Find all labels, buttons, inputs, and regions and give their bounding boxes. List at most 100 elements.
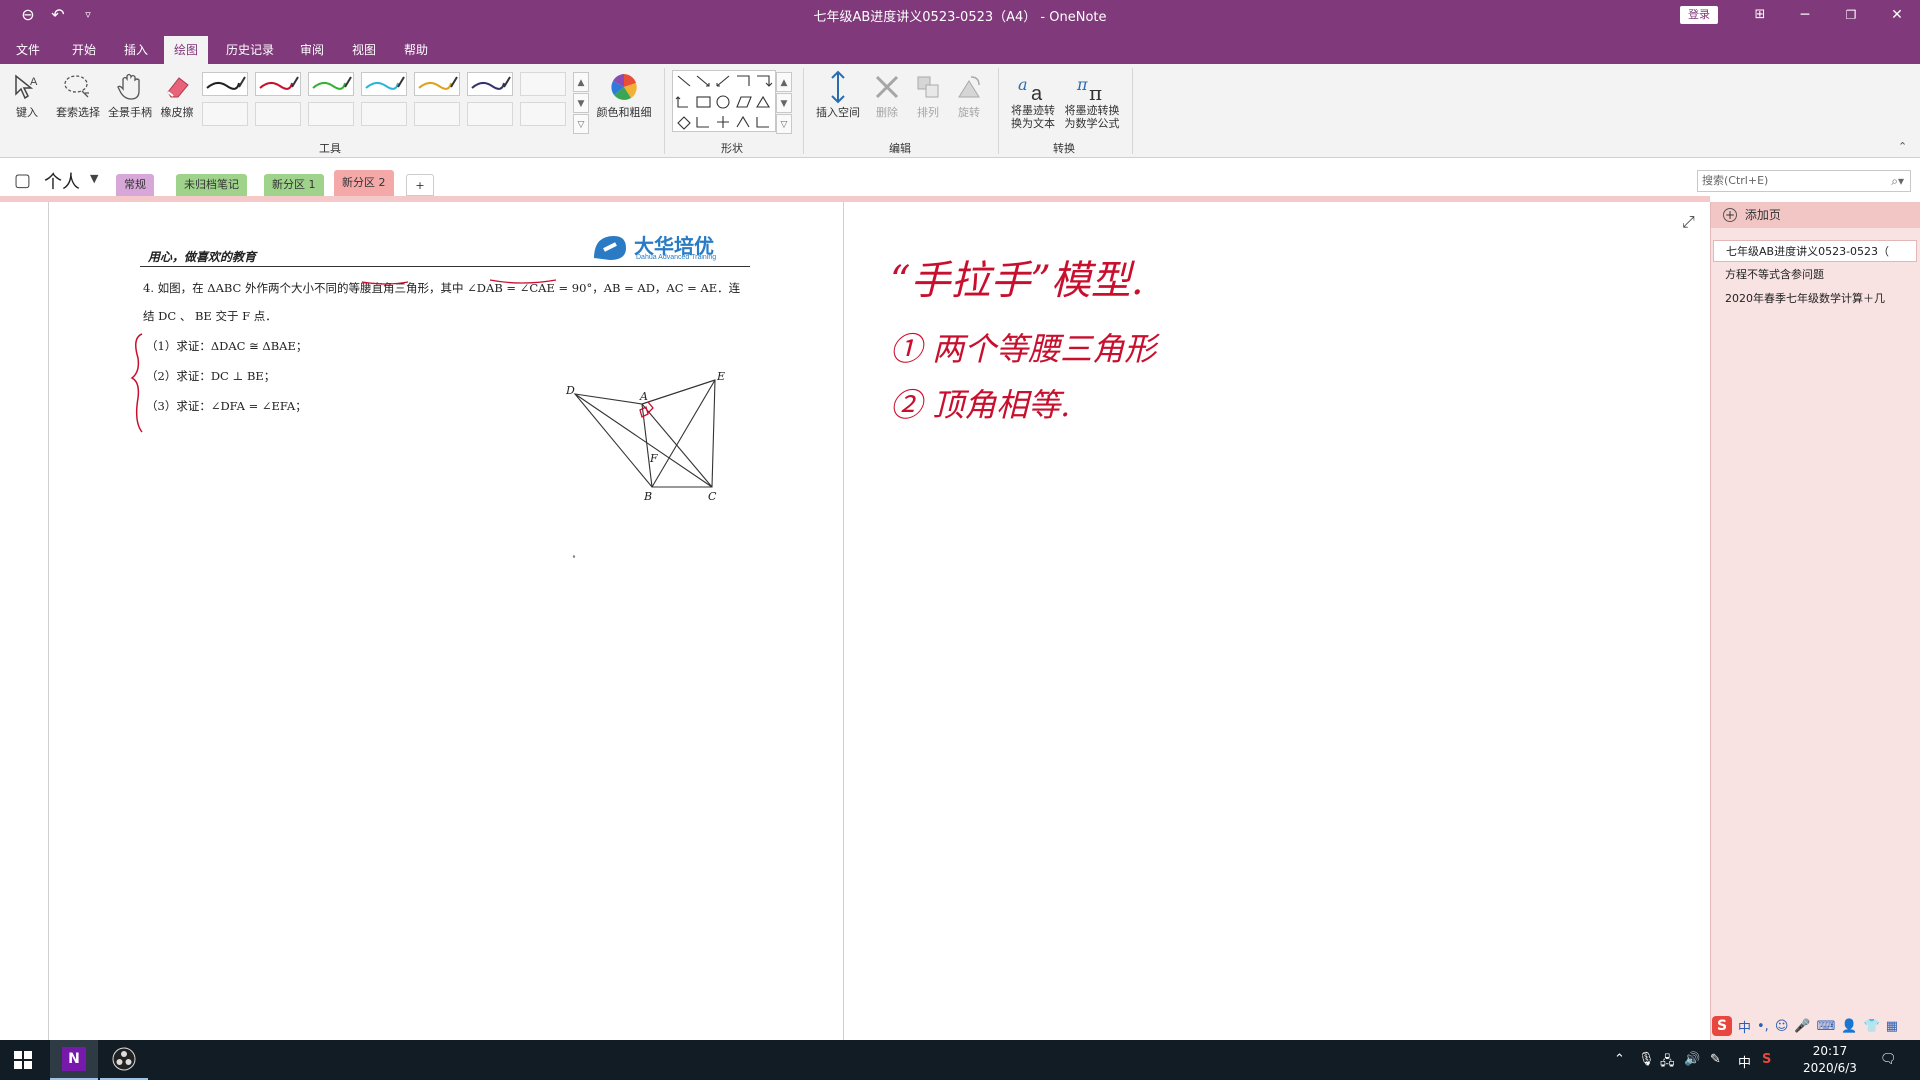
close-button[interactable]: ✕ [1882,3,1912,27]
color-wheel-icon [594,70,654,104]
page-item[interactable]: 2020年春季七年级数学计算＋几 [1713,288,1917,310]
pen-swatch-empty[interactable] [520,102,566,126]
pen-swatch[interactable] [202,72,248,96]
tab-draw[interactable]: 绘图 [164,36,209,64]
pen-swatch[interactable] [255,72,301,96]
pen-gallery-more-arrow[interactable]: ▽ [573,114,589,134]
section-tab-new-section-1[interactable]: 新分区 1 [264,174,324,196]
pen-gallery-down-arrow[interactable]: ▼ [573,93,589,113]
page-list-pane: + 添加页 七年级AB进度讲义0523-0523（ 方程不等式含参问题 2020… [1710,202,1920,1040]
input-language-indicator[interactable]: 中 [1738,1052,1751,1071]
expand-icon[interactable]: ⤢ [1682,212,1695,232]
notebook-icon[interactable]: ▢ [14,170,31,191]
taskbar-obs-app[interactable] [100,1040,148,1080]
arrange-button[interactable]: 排列 [905,70,951,120]
microphone-icon[interactable]: 🎙 [1638,1052,1655,1067]
notebook-name[interactable]: 个人 [44,168,80,194]
pen-swatch-empty[interactable] [255,102,301,126]
section-tab-new-section-2[interactable]: 新分区 2 [334,170,394,196]
pen-swatch-empty[interactable] [467,102,513,126]
ink-to-math-button[interactable]: ππ 将墨迹转换 为数学公式 [1060,70,1124,130]
pen-stroke-icon [365,76,405,90]
title-bar: ⊖ ↶ ▿ 七年级AB进度讲义0523-0523（A4） - OneNote 登… [0,0,1920,30]
pen-swatch-empty[interactable] [308,102,354,126]
insert-space-button[interactable]: 插入空间 [812,70,864,120]
pen-swatch[interactable] [308,72,354,96]
volume-icon[interactable]: 🔊 [1684,1052,1700,1067]
ink-to-math-label-line2: 为数学公式 [1064,117,1120,130]
shapes-gallery[interactable] [672,70,776,132]
search-icon[interactable]: ⌕▾ [1891,171,1904,191]
pen-gallery-up-arrow[interactable]: ▲ [573,72,589,92]
notebook-dropdown-icon[interactable]: ▼ [90,172,98,185]
tab-insert[interactable]: 插入 [114,36,158,64]
tab-history[interactable]: 历史记录 [216,36,284,64]
tab-view[interactable]: 视图 [342,36,386,64]
tray-overflow-icon[interactable]: ⌃ [1614,1052,1625,1067]
ribbon-display-options-icon[interactable]: ⊞ [1745,3,1775,27]
ime-keyboard-icon[interactable]: ⌨ [1817,1019,1836,1034]
ime-user-icon[interactable]: 👤 [1841,1019,1857,1034]
start-button[interactable] [0,1040,46,1080]
lasso-select-button[interactable]: 套索选择 [52,70,104,120]
delete-button[interactable]: 删除 [864,70,910,120]
pen-workspace-icon[interactable]: ✎ [1710,1052,1721,1067]
network-icon[interactable]: 🖧 [1660,1052,1675,1074]
page-item[interactable]: 方程不等式含参问题 [1713,264,1917,286]
ime-skin-icon[interactable]: 👕 [1864,1019,1880,1034]
taskbar: N ⌃ 🎙 🖧 🔊 ✎ 中 S 20:17 2020/6/3 🗨 [0,1040,1920,1080]
lasso-select-label: 套索选择 [56,106,100,119]
ink-annotations-on-printout [130,279,557,433]
section-tab-general[interactable]: 常规 [116,174,154,196]
tab-home[interactable]: 开始 [62,36,106,64]
insert-space-icon [812,70,864,104]
tab-help[interactable]: 帮助 [394,36,438,64]
shapes-gallery-down-arrow[interactable]: ▼ [776,93,792,113]
type-button[interactable]: A 键入 [4,70,50,120]
pen-stroke-icon [312,76,352,90]
taskbar-onenote-app[interactable]: N [50,1040,98,1080]
ime-language-indicator[interactable]: 中 [1738,1017,1751,1036]
search-box[interactable]: 搜索(Ctrl+E) ⌕▾ [1697,170,1911,192]
brand-logo-icon [594,236,626,260]
pen-swatch-empty[interactable] [520,72,566,96]
restore-button[interactable]: ❐ [1836,3,1866,27]
ime-emoji-icon[interactable]: ☺ [1775,1019,1789,1034]
pan-hand-button[interactable]: 全景手柄 [104,70,156,120]
page-item[interactable]: 七年级AB进度讲义0523-0523（ [1713,240,1917,262]
tab-review[interactable]: 审阅 [290,36,334,64]
group-separator [998,68,999,154]
ime-voice-icon[interactable]: 🎤 [1794,1019,1810,1034]
search-input[interactable]: 搜索(Ctrl+E) [1702,174,1768,187]
sogou-ime-icon[interactable]: S [1712,1016,1732,1036]
minimize-button[interactable]: ─ [1790,3,1820,27]
login-button[interactable]: 登录 [1680,6,1718,24]
ime-punctuation-icon[interactable]: •, [1757,1019,1769,1034]
onenote-icon: N [62,1047,86,1071]
pen-swatch[interactable] [361,72,407,96]
pen-swatch-empty[interactable] [361,102,407,126]
add-section-button[interactable]: + [406,174,434,196]
page-canvas[interactable]: ⤢ 用心，做喜欢的教育 大华培优 Dahua Advanced Training… [0,202,1710,1040]
system-clock[interactable]: 20:17 2020/6/3 [1790,1043,1870,1077]
color-width-button[interactable]: 颜色和粗细 [594,70,654,120]
add-page-button[interactable]: + 添加页 [1711,202,1920,228]
collapse-ribbon-icon[interactable]: ⌃ [1898,140,1907,153]
ime-toolbox-icon[interactable]: ▦ [1886,1019,1898,1034]
pen-swatch-empty[interactable] [202,102,248,126]
pen-swatch[interactable] [467,72,513,96]
shapes-gallery-up-arrow[interactable]: ▲ [776,72,792,92]
pen-swatch[interactable] [414,72,460,96]
section-tab-unfiled-notes[interactable]: 未归档笔记 [176,174,247,196]
tab-file[interactable]: 文件 [6,36,50,64]
convert-group-label: 转换 [1053,142,1075,155]
shapes-gallery-more-arrow[interactable]: ▽ [776,114,792,134]
eraser-button[interactable]: 橡皮擦 [154,70,200,120]
ink-to-text-button[interactable]: aa 将墨迹转 换为文本 [1004,70,1062,130]
sogou-tray-icon[interactable]: S [1762,1052,1771,1067]
rotate-button[interactable]: 旋转 [946,70,992,120]
pen-swatch-empty[interactable] [414,102,460,126]
ime-toolbar[interactable]: S 中 •, ☺ 🎤 ⌨ 👤 👕 ▦ [1712,1014,1898,1038]
action-center-icon[interactable]: 🗨 [1880,1052,1897,1067]
notebook-navigation-bar: ▢ 个人 ▼ 常规 未归档笔记 新分区 1 新分区 2 + [0,158,1920,200]
